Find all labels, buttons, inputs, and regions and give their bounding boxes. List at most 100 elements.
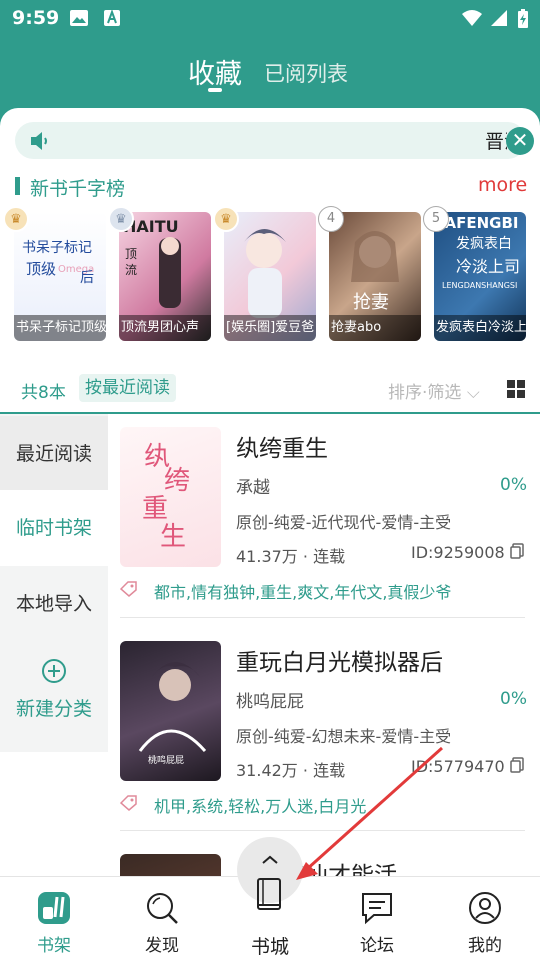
sort-filter-button[interactable]: 排序·筛选 ⌵ [388,378,480,403]
cover-caption: 抢妻abo [329,315,421,341]
tab-favorites[interactable]: 收藏 [188,52,242,91]
book-cover-art: 书呆子标记 顶级 Omega 后 [22,240,94,286]
svg-text:顶级: 顶级 [26,260,56,278]
tag-icon [120,581,137,597]
list-divider [120,830,525,831]
svg-text:发疯表白: 发疯表白 [456,236,512,252]
font-icon [104,9,120,26]
svg-text:顶: 顶 [125,247,137,261]
wifi-icon [462,10,482,26]
book-cover-art: 抢妻 [351,231,399,313]
sidebar-item-local-import[interactable]: 本地导入 [0,566,108,642]
user-icon [469,892,501,924]
add-circle-icon [42,659,66,683]
svg-text:LENGDANSHANGSI: LENGDANSHANGSI [442,281,517,290]
book-progress: 0% [500,689,527,709]
ranking-title: 新书千字榜 [30,178,126,200]
signal-icon [491,10,507,26]
book-id: ID:9259008 [411,543,505,562]
svg-text:流: 流 [125,263,137,277]
nav-bookstore-label: 书城 [250,936,289,958]
search-icon [147,893,178,924]
book-genre: 原创-纯爱-幻想未来-爱情-主受 [236,727,452,746]
cover-caption: 发疯表白冷淡上司 [434,315,526,341]
image-icon [70,10,88,26]
notice-bar[interactable]: 晋江 ✕ [15,122,534,159]
nav-profile[interactable]: 我的 [445,891,525,956]
nav-profile-label: 我的 [468,936,502,956]
book-title: 重玩白月光模拟器后 [236,650,443,676]
svg-text:后: 后 [80,270,94,286]
tab-read-list[interactable]: 已阅列表 [264,58,348,88]
svg-text:绔: 绔 [164,466,190,496]
svg-text:重: 重 [142,494,168,524]
nav-bookshelf-label: 书架 [37,936,71,956]
chevron-down-icon: ⌵ [466,383,480,403]
book-item[interactable]: 纨 绔 重 生 纨绔重生 承越 0% 原创-纯爱-近代现代-爱情-主受 41.3… [120,427,527,607]
book-stats: 41.37万 · 连载 [236,547,346,566]
ranking-book-2[interactable]: HAITU 顶 流 顶流男团心声 [119,212,211,341]
book-tags: 机甲,系统,轻松,万人迷,白月光 [154,797,367,816]
book-item[interactable]: 桃鸣屁屁 重玩白月光模拟器后 桃呜屁屁 0% 原创-纯爱-幻想未来-爱情-主受 … [120,641,527,821]
book-author: 桃呜屁屁 [236,692,304,712]
book-icon [257,878,281,910]
header-tabs: 收藏 已阅列表 [0,50,540,100]
nav-discover[interactable]: 发现 [122,891,202,956]
tag-icon [120,795,137,811]
crown-gold-icon: ♛ [3,206,29,232]
nav-discover-label: 发现 [145,936,179,956]
book-stats: 31.42万 · 连载 [236,761,346,780]
book-author: 承越 [236,478,270,498]
svg-text:桃鸣屁屁: 桃鸣屁屁 [148,754,184,766]
book-cover: 桃鸣屁屁 [120,641,221,781]
chat-icon [362,893,392,925]
sidebar-item-temp-shelf[interactable]: 临时书架 [0,490,108,566]
active-tab-indicator [208,88,222,92]
book-genre: 原创-纯爱-近代现代-爱情-主受 [236,513,452,532]
book-count: 共8本 [21,383,66,403]
ranking-book-4[interactable]: 抢妻 抢妻abo [329,212,421,341]
sort-mode-chip[interactable]: 按最近阅读 [79,374,176,402]
bookshelf-icon [38,892,70,924]
speaker-icon [31,132,47,150]
svg-text:抢妻: 抢妻 [353,292,389,313]
svg-text:冷淡上司: 冷淡上司 [456,257,520,276]
section-accent-bar [15,177,20,195]
notice-text: 晋江 [485,131,507,153]
book-cover [120,854,221,876]
crown-silver-icon: ♛ [108,206,134,232]
crown-bronze-icon: ♛ [213,206,239,232]
sidebar-item-recent[interactable]: 最近阅读 [0,416,108,492]
cover-caption: 顶流男团心声 [119,315,211,341]
close-icon[interactable]: ✕ [506,127,534,155]
ranking-book-1[interactable]: 书呆子标记 顶级 Omega 后 书呆子标记顶级 [14,212,106,341]
book-cover-art: 桃鸣屁屁 [138,662,207,766]
ranking-covers: 书呆子标记 顶级 Omega 后 书呆子标记顶级 HAITU 顶 流 顶流男团心… [3,206,540,342]
book-id: ID:5779470 [411,757,505,776]
book-cover-art: FAFENGBI 发疯表白 冷淡上司 LENGDANSHANGSI [436,214,520,290]
nav-forum[interactable]: 论坛 [337,891,417,956]
status-bar: 9:59 [0,0,540,36]
status-time: 9:59 [12,7,60,29]
book-item[interactable]: 只能修仙才能活 [120,854,525,876]
book-title: 纨绔重生 [236,436,328,462]
ranking-book-5[interactable]: FAFENGBI 发疯表白 冷淡上司 LENGDANSHANGSI 发疯表白冷淡… [434,212,526,341]
list-divider [120,617,525,618]
nav-bookshelf[interactable]: 书架 [14,891,94,956]
rank-number-badge: 4 [318,206,344,232]
grid-view-icon[interactable] [507,380,525,398]
app-screen: 9:59 收藏 已阅列表 晋江 ✕ [0,0,540,960]
cover-caption: 书呆子标记顶级 [14,315,106,341]
svg-text:书呆子标记: 书呆子标记 [22,240,92,256]
ranking-more-link[interactable]: more [478,174,527,196]
copy-icon[interactable] [510,543,524,559]
new-category-button[interactable]: 新建分类 [0,658,108,721]
book-cover-art [244,229,286,318]
book-cover: 纨 绔 重 生 [120,427,221,567]
svg-text:生: 生 [160,522,186,552]
rank-number-badge: 5 [423,206,449,232]
sort-filter-label: 排序·筛选 [388,383,462,403]
ranking-book-3[interactable]: [娱乐圈]爱豆爸 [224,212,316,341]
nav-forum-label: 论坛 [360,936,394,956]
copy-icon[interactable] [510,757,524,773]
